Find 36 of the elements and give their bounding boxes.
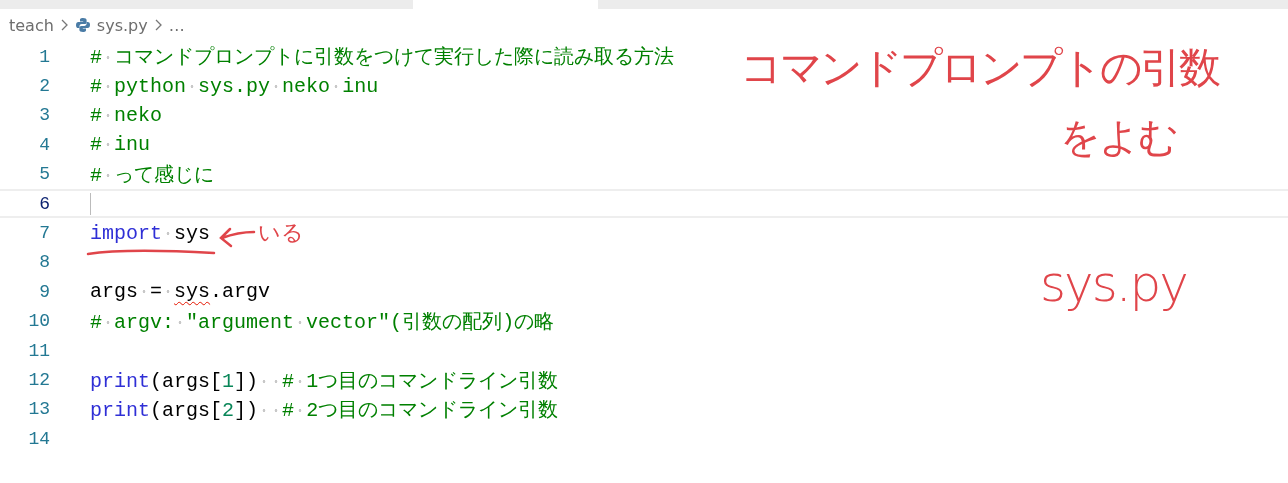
breadcrumb-item[interactable]: …	[168, 15, 185, 35]
handwritten-note: をよむ	[1060, 113, 1177, 162]
python-icon	[74, 17, 91, 33]
arrow-stroke	[218, 226, 256, 248]
handwritten-note: コマンドプロンプトの引数	[740, 42, 1218, 94]
line-number: 14	[27, 428, 50, 449]
line-number: 12	[27, 370, 50, 390]
line-number: 6	[38, 193, 50, 214]
code-line: # コマンドプロンプトに引数をつけて実行した際に読み取る方法	[90, 45, 675, 71]
code-line: print(args[2]) # 2つ目のコマンドライン引数	[90, 397, 559, 423]
line-number: 2	[38, 76, 50, 97]
code-line: # python sys.py neko inu	[90, 74, 379, 98]
chevron-icon	[153, 18, 163, 32]
line-number: 4	[38, 134, 50, 155]
code-line: # って感じに	[90, 162, 215, 188]
code-line: import sys	[90, 221, 211, 245]
line-number: 1	[38, 46, 50, 67]
line-number: 13	[27, 399, 50, 420]
chevron-icon	[59, 18, 69, 32]
line-number: 5	[38, 164, 50, 185]
code-line: # inu	[90, 133, 151, 157]
code-line: print(args[1]) # 1つ目のコマンドライン引数	[90, 368, 559, 394]
handwritten-note: sys.py	[1040, 255, 1187, 313]
breadcrumb-item[interactable]: sys.py	[96, 15, 148, 35]
line-number: 7	[38, 223, 50, 244]
line-number: 8	[38, 252, 50, 273]
line-number: 9	[38, 281, 50, 302]
line-number: 10	[27, 311, 50, 332]
line-number: 3	[38, 105, 50, 126]
breadcrumb-item[interactable]: teach	[9, 15, 54, 35]
handwritten-note: いる	[258, 219, 304, 247]
code-line: # argv: "argument vector"(引数の配列)の略	[90, 309, 555, 335]
text-cursor	[90, 192, 91, 215]
code-line: # neko	[90, 103, 163, 127]
code-line: args = sys.argv	[90, 280, 271, 304]
line-number: 11	[27, 340, 50, 361]
